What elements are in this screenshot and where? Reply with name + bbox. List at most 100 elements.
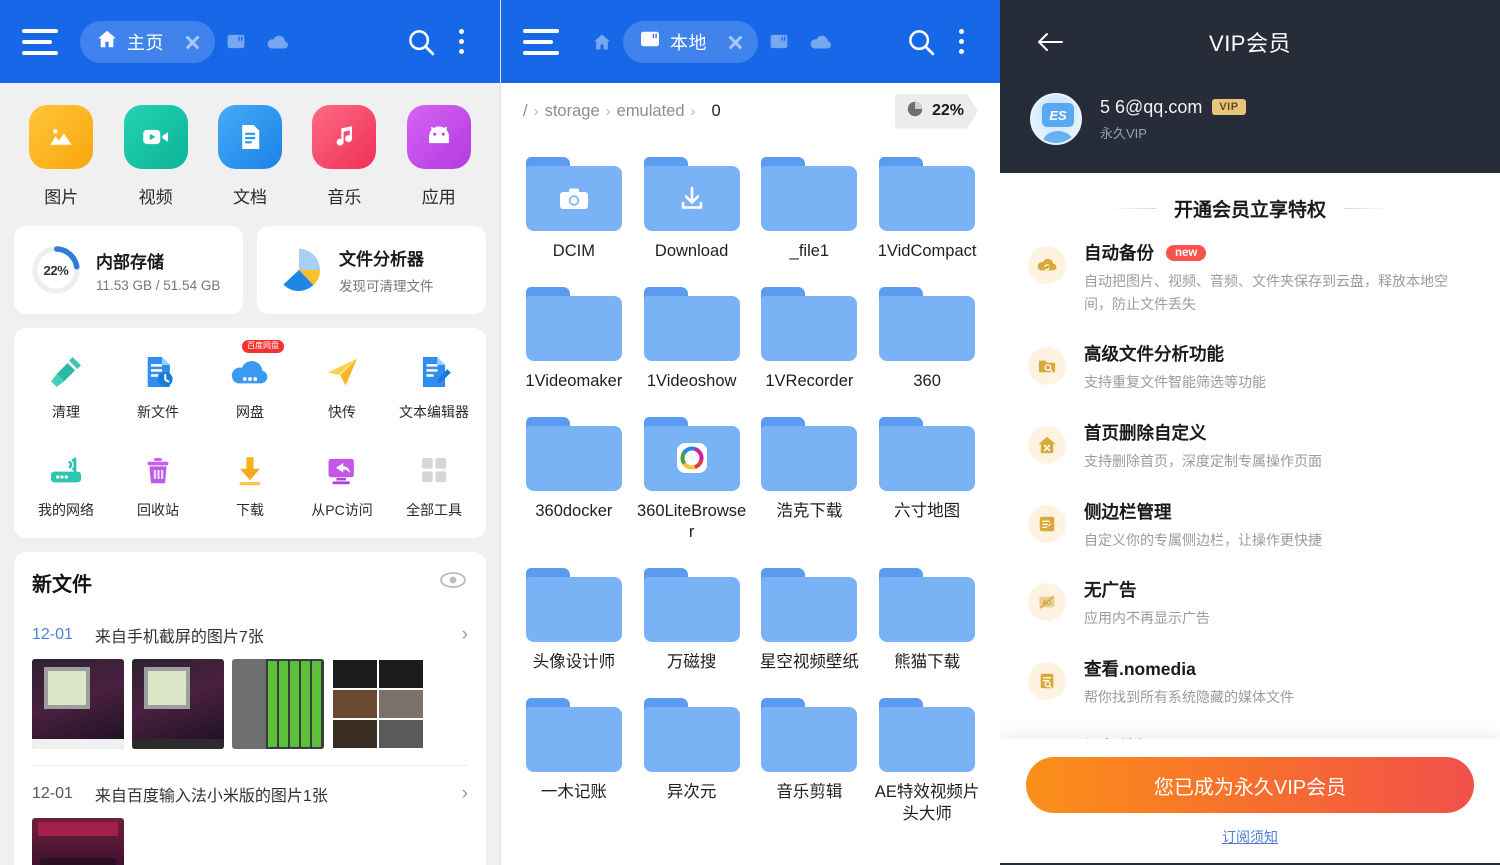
folder-name: 一木记账 — [519, 782, 629, 804]
folder-item[interactable]: 六寸地图 — [868, 407, 986, 559]
thumbnail[interactable] — [32, 659, 124, 749]
vip-status: 永久VIP — [1100, 123, 1246, 142]
new-file-group[interactable]: 12-01 来自手机截屏的图片7张 › — [32, 623, 468, 766]
chevron-right-icon[interactable]: › — [462, 624, 468, 646]
tools-row-2: 我的网络 回收站 下载 — [20, 442, 480, 524]
folder-icon — [526, 568, 622, 642]
breadcrumb-current[interactable]: 0 — [712, 102, 721, 121]
folder-item[interactable]: 1Videoshow — [633, 277, 751, 407]
close-icon[interactable] — [173, 23, 211, 61]
vip-user-row[interactable]: ES 5 6@qq.com VIP 永久VIP — [1000, 83, 1500, 173]
files-topbar: 本地 — [501, 0, 1000, 83]
folder-item[interactable]: DCIM — [515, 147, 633, 277]
category-documents[interactable]: 文档 — [209, 105, 291, 208]
divider-right — [1344, 208, 1390, 209]
router-icon — [20, 448, 112, 492]
category-videos[interactable]: 视频 — [115, 105, 197, 208]
folder-icon — [879, 698, 975, 772]
category-music[interactable]: 音乐 — [303, 105, 385, 208]
tool-text-editor[interactable]: 文本编辑器 — [388, 344, 480, 426]
file-analyzer-card[interactable]: 文件分析器 发现可清理文件 — [257, 226, 486, 314]
folder-item[interactable]: 音乐剪辑 — [751, 688, 869, 840]
folder-icon — [879, 568, 975, 642]
tab-home[interactable]: 主页 — [80, 21, 215, 63]
folder-item[interactable]: 浩克下载 — [751, 407, 869, 559]
tool-clean[interactable]: 清理 — [20, 344, 112, 426]
thumbnail[interactable] — [32, 818, 124, 865]
search-icon[interactable] — [398, 19, 444, 65]
tool-fast-transfer[interactable]: 快传 — [296, 344, 388, 426]
tool-my-network[interactable]: 我的网络 — [20, 442, 112, 524]
tool-all-tools[interactable]: 全部工具 — [388, 442, 480, 524]
tool-label: 从PC访问 — [296, 500, 388, 520]
benefit-item: 查看.nomedia 帮你找到所有系统隐藏的媒体文件 — [1028, 656, 1472, 709]
music-icon — [312, 105, 376, 169]
thumbnail[interactable] — [332, 659, 424, 749]
category-apps[interactable]: 应用 — [398, 105, 480, 208]
sdcard-icon[interactable] — [758, 21, 800, 63]
hamburger-icon[interactable] — [22, 29, 58, 55]
cloud-icon[interactable] — [800, 21, 842, 63]
thumbnail[interactable] — [232, 659, 324, 749]
folder-grid: DCIM Download _file1 1VidCompact — [501, 139, 1000, 839]
sidebar-edit-icon — [1028, 505, 1066, 543]
tool-download[interactable]: 下载 — [204, 442, 296, 524]
tool-recycle-bin[interactable]: 回收站 — [112, 442, 204, 524]
kebab-menu-icon[interactable] — [944, 19, 978, 65]
new-files-title: 新文件 — [32, 568, 92, 597]
folder-icon — [644, 157, 740, 231]
folder-item[interactable]: 1VRecorder — [751, 277, 869, 407]
chevron-right-icon[interactable]: › — [462, 783, 468, 805]
hamburger-icon[interactable] — [523, 29, 559, 55]
vip-cta-button[interactable]: 您已成为永久VIP会员 — [1026, 757, 1474, 813]
folder-item[interactable]: 一木记账 — [515, 688, 633, 840]
folder-item[interactable]: 360LiteBrowser — [633, 407, 751, 559]
benefit-item: 高级文件分析功能 支持重复文件智能筛选等功能 — [1028, 341, 1472, 394]
home-icon[interactable] — [581, 21, 623, 63]
breadcrumb-root[interactable]: / — [523, 102, 528, 121]
home-remove-icon — [1028, 426, 1066, 464]
back-arrow-icon[interactable] — [1030, 22, 1070, 62]
folder-item[interactable]: 星空视频壁纸 — [751, 558, 869, 688]
folder-icon — [526, 157, 622, 231]
divider — [32, 765, 468, 766]
thumbnail[interactable] — [132, 659, 224, 749]
folder-item[interactable]: 头像设计师 — [515, 558, 633, 688]
breadcrumb-segment-emulated[interactable]: emulated — [617, 102, 685, 121]
folder-item[interactable]: 360 — [868, 277, 986, 407]
folder-item[interactable]: 360docker — [515, 407, 633, 559]
subscription-terms-link[interactable]: 订阅须知 — [1222, 829, 1278, 845]
tool-pc-access[interactable]: 从PC访问 — [296, 442, 388, 524]
folder-item[interactable]: 万磁搜 — [633, 558, 751, 688]
search-icon[interactable] — [898, 19, 944, 65]
tool-cloud-disk[interactable]: 百度网盘 网盘 — [204, 344, 296, 426]
folder-item[interactable]: Download — [633, 147, 751, 277]
tool-new-file[interactable]: 新文件 — [112, 344, 204, 426]
storage-usage-chip[interactable]: 22% — [895, 94, 978, 129]
benefit-desc: 支持重复文件智能筛选等功能 — [1084, 371, 1266, 394]
divider-left — [1110, 208, 1156, 209]
tab-local[interactable]: 本地 — [623, 21, 758, 63]
new-file-group[interactable]: 12-01 来自百度输入法小米版的图片1张 › — [32, 782, 468, 865]
benefit-title: 首页删除自定义 — [1084, 420, 1207, 445]
kebab-menu-icon[interactable] — [444, 19, 478, 65]
folder-item[interactable]: 异次元 — [633, 688, 751, 840]
benefit-item: AD 无广告 应用内不再显示广告 — [1028, 577, 1472, 630]
folder-item[interactable]: _file1 — [751, 147, 869, 277]
folder-item[interactable]: AE特效视频片头大师 — [868, 688, 986, 840]
cloud-icon[interactable] — [257, 21, 299, 63]
thumbnail-strip — [32, 818, 468, 865]
close-icon[interactable] — [716, 23, 754, 61]
no-ads-icon: AD — [1028, 583, 1066, 621]
folder-item[interactable]: 1VidCompact — [868, 147, 986, 277]
folder-item[interactable]: 1Videomaker — [515, 277, 633, 407]
sdcard-icon[interactable] — [215, 21, 257, 63]
folder-item[interactable]: 熊猫下载 — [868, 558, 986, 688]
group-date: 12-01 — [32, 785, 73, 803]
vip-note: 订阅须知 — [1026, 827, 1474, 847]
folder-name: Download — [637, 241, 747, 263]
internal-storage-card[interactable]: 22% 内部存储 11.53 GB / 51.54 GB — [14, 226, 243, 314]
breadcrumb-segment-storage[interactable]: storage — [545, 102, 600, 121]
category-images[interactable]: 图片 — [20, 105, 102, 208]
eye-icon[interactable] — [438, 570, 468, 595]
